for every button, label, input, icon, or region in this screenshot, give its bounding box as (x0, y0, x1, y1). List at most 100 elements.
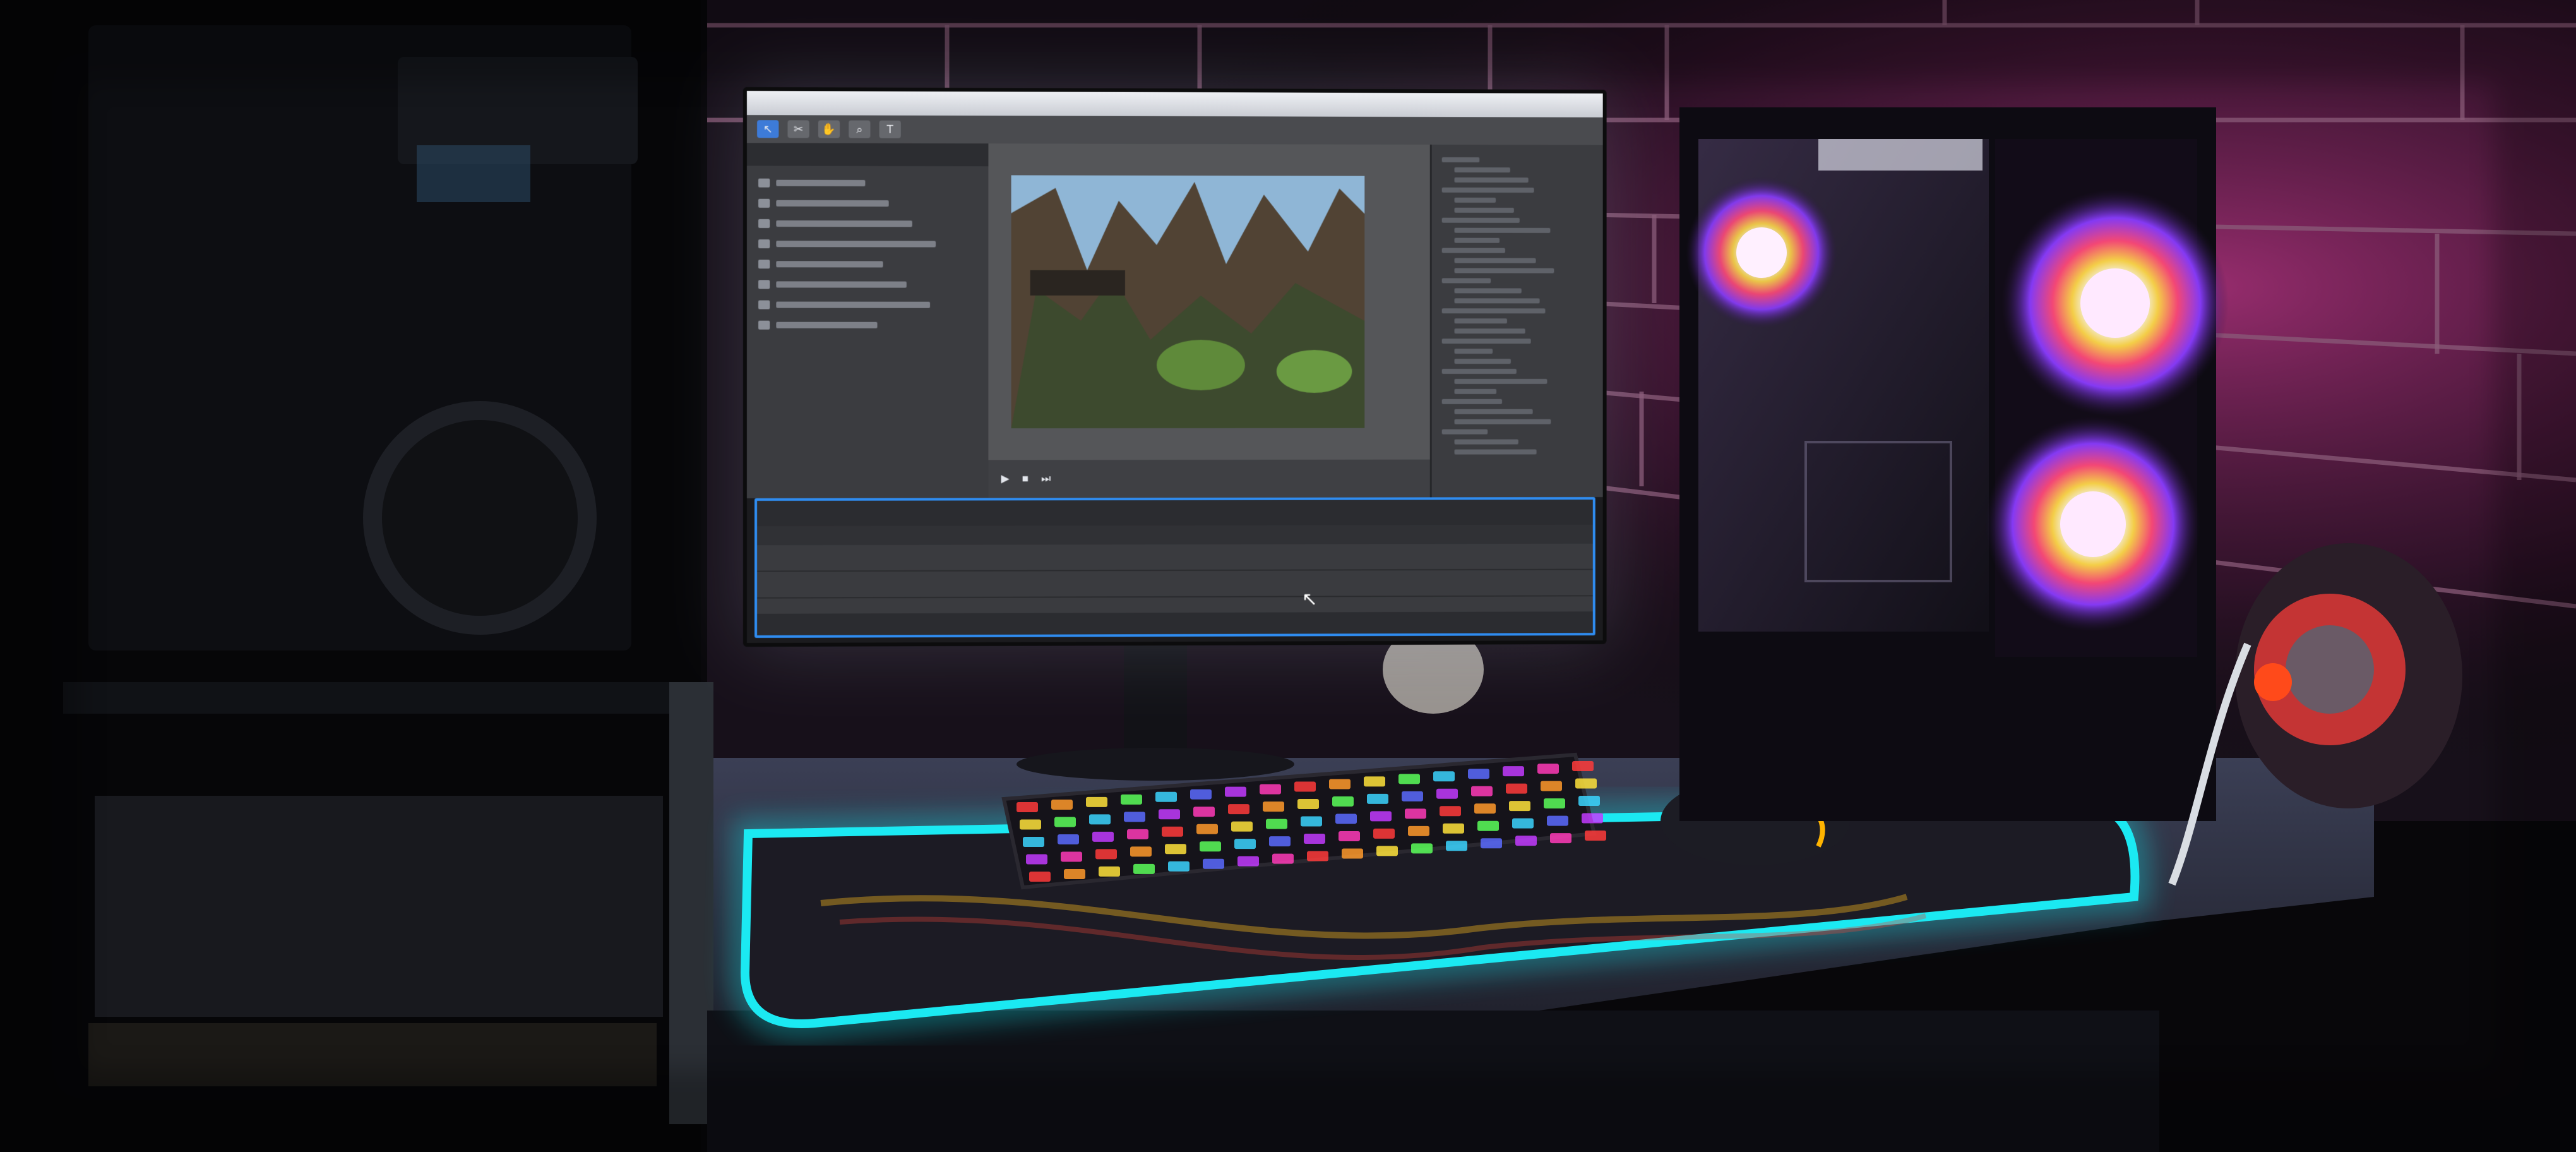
effect-list-item[interactable] (1455, 288, 1522, 293)
keycap (1509, 801, 1530, 811)
effect-list-item[interactable] (1455, 167, 1510, 172)
razor-tool-icon[interactable]: ✂ (787, 120, 809, 138)
keycap (1405, 808, 1426, 819)
effect-list-item[interactable] (1455, 208, 1514, 213)
effect-list-item[interactable] (1455, 298, 1540, 303)
effect-list-item[interactable] (1455, 228, 1551, 233)
effect-list-item[interactable] (1442, 218, 1520, 223)
effect-list-item[interactable] (1455, 268, 1554, 273)
effect-list-item[interactable] (1442, 399, 1502, 404)
keycap (1225, 787, 1246, 797)
keycap (1301, 817, 1322, 827)
effect-list-item[interactable] (1455, 419, 1551, 424)
keycap (1159, 809, 1180, 819)
keycap (1477, 821, 1499, 831)
keycap (1575, 779, 1597, 789)
timeline-tracks (757, 544, 1593, 614)
keycap (1130, 846, 1152, 856)
editor-toolbar: ↖ ✂ ✋ ⌕ T (747, 115, 1603, 145)
timeline-track[interactable] (757, 544, 1593, 572)
keycap (1503, 766, 1524, 776)
keycap (1335, 813, 1357, 824)
play-icon[interactable]: ▶ (1001, 472, 1010, 485)
effect-list-item[interactable] (1442, 157, 1480, 162)
keycap (1370, 811, 1392, 821)
keycap (1471, 786, 1493, 796)
keycap (1512, 819, 1534, 829)
project-file-row[interactable] (758, 317, 977, 333)
effect-list-item[interactable] (1455, 328, 1525, 333)
file-thumbnail-icon (758, 260, 770, 268)
file-thumbnail-icon (758, 219, 770, 228)
project-file-row[interactable] (758, 276, 977, 292)
project-file-row[interactable] (758, 175, 977, 192)
keycap (1086, 797, 1107, 807)
effect-list-item[interactable] (1442, 278, 1491, 283)
keycap (1272, 854, 1294, 864)
keycap (1342, 848, 1363, 858)
effect-list-item[interactable] (1455, 349, 1493, 354)
keycap (1304, 834, 1325, 844)
keycap (1155, 792, 1177, 802)
effect-list-item[interactable] (1455, 359, 1511, 364)
timeline-track[interactable] (757, 570, 1593, 599)
effect-list-item[interactable] (1455, 440, 1518, 445)
keycap (1297, 799, 1319, 809)
effect-list-item[interactable] (1455, 258, 1536, 263)
timeline-ruler[interactable] (757, 525, 1593, 545)
keycap (1228, 804, 1249, 814)
effect-list-item[interactable] (1455, 389, 1497, 394)
keycap (1373, 829, 1395, 839)
stop-icon[interactable]: ■ (1022, 472, 1029, 485)
project-panel-tab[interactable] (747, 143, 989, 166)
keycap (1474, 803, 1496, 813)
effect-list-item[interactable] (1455, 449, 1537, 454)
keycap (1443, 824, 1464, 834)
effect-list-item[interactable] (1455, 409, 1533, 414)
effects-list (1432, 145, 1603, 467)
keycap (1329, 779, 1351, 789)
timeline-panel: ↖ (754, 497, 1595, 638)
keycap (1339, 831, 1360, 841)
project-file-row[interactable] (758, 215, 977, 232)
mouse-cursor-icon: ↖ (1302, 588, 1318, 610)
effect-list-item[interactable] (1442, 429, 1488, 435)
select-tool-icon[interactable]: ↖ (757, 120, 778, 138)
file-thumbnail-icon (758, 199, 770, 208)
keycap (1364, 776, 1385, 786)
effect-list-item[interactable] (1455, 379, 1547, 384)
zoom-tool-icon[interactable]: ⌕ (849, 121, 870, 138)
effect-list-item[interactable] (1455, 198, 1496, 203)
keycap (1089, 814, 1111, 824)
keycap (1121, 795, 1142, 805)
effect-list-item[interactable] (1442, 339, 1531, 344)
hand-tool-icon[interactable]: ✋ (818, 120, 840, 138)
project-file-row[interactable] (758, 256, 977, 272)
keycap (1124, 812, 1145, 822)
effect-list-item[interactable] (1455, 177, 1529, 183)
keycap (1023, 837, 1044, 847)
project-file-row[interactable] (758, 296, 977, 313)
project-panel (747, 143, 991, 498)
step-forward-icon[interactable]: ⏭ (1041, 472, 1051, 485)
keycap (1367, 794, 1388, 804)
project-file-row[interactable] (758, 236, 977, 253)
keycap (1541, 781, 1562, 791)
keycap (1572, 761, 1594, 771)
effect-list-item[interactable] (1442, 248, 1505, 253)
keycap (1234, 839, 1256, 849)
effect-list-item[interactable] (1455, 318, 1507, 323)
effect-list-item[interactable] (1442, 188, 1534, 193)
keycap (1127, 829, 1148, 839)
effect-list-item[interactable] (1455, 238, 1500, 243)
keycap (1582, 813, 1603, 824)
timeline-header (757, 500, 1593, 526)
project-file-row[interactable] (758, 195, 977, 212)
keycap (1408, 826, 1429, 836)
effect-list-item[interactable] (1442, 369, 1517, 374)
keycap (1398, 774, 1420, 784)
type-tool-icon[interactable]: T (880, 121, 901, 138)
keycap (1547, 816, 1568, 826)
case-fan-side (1686, 177, 1837, 328)
effect-list-item[interactable] (1442, 308, 1546, 313)
